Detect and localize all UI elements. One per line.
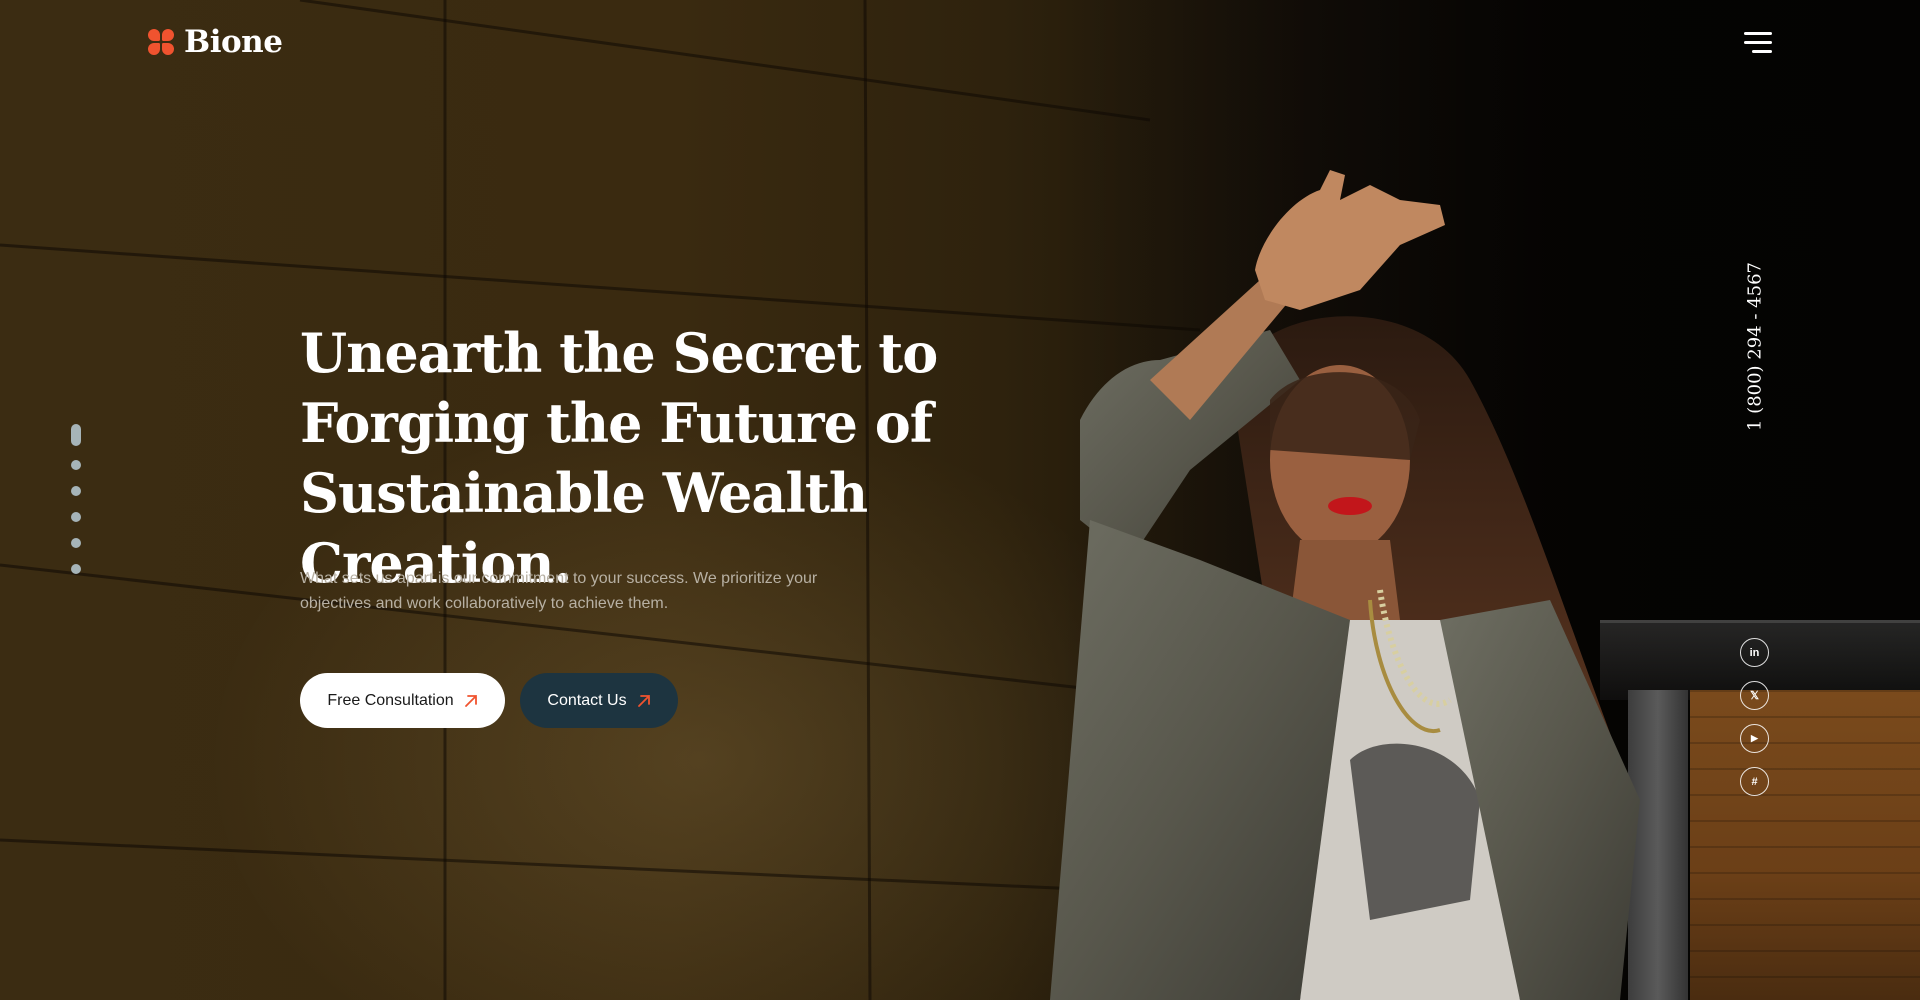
hero-section: Bione Unearth the Secret to Forging the …	[0, 0, 1920, 1000]
slider-pagination	[70, 424, 82, 590]
free-consultation-button[interactable]: Free Consultation	[300, 673, 505, 728]
slider-dot-5[interactable]	[71, 538, 81, 548]
contact-us-button[interactable]: Contact Us	[520, 673, 678, 728]
social-links: in 𝕏 ▶ #	[1740, 638, 1770, 810]
brand-logo[interactable]: Bione	[148, 24, 283, 60]
slack-glyph: #	[1751, 775, 1758, 788]
logo-icon	[148, 29, 174, 55]
hero-subtext: What sets us apart is our commitment to …	[300, 570, 818, 612]
x-icon[interactable]: 𝕏	[1740, 681, 1769, 710]
slider-dot-1[interactable]	[71, 424, 81, 446]
free-consultation-label: Free Consultation	[327, 691, 454, 709]
arrow-up-right-icon	[637, 694, 650, 707]
slider-dot-3[interactable]	[71, 486, 81, 496]
slider-dot-6[interactable]	[71, 564, 81, 574]
brand-name: Bione	[184, 24, 283, 60]
hamburger-menu-icon[interactable]	[1742, 30, 1772, 56]
slider-dot-4[interactable]	[71, 512, 81, 522]
youtube-glyph: ▶	[1751, 733, 1758, 743]
arrow-up-right-icon	[464, 694, 477, 707]
contact-us-label: Contact Us	[547, 691, 627, 709]
linkedin-icon[interactable]: in	[1740, 638, 1769, 667]
slider-dot-2[interactable]	[71, 460, 81, 470]
linkedin-glyph: in	[1749, 646, 1760, 659]
slack-icon[interactable]: #	[1740, 767, 1769, 796]
x-glyph: 𝕏	[1750, 690, 1759, 702]
phone-number[interactable]: 1 (800) 294 - 4567	[1740, 262, 1770, 432]
youtube-icon[interactable]: ▶	[1740, 724, 1769, 753]
hero-headline: Unearth the Secret to Forging the Future…	[300, 321, 938, 595]
